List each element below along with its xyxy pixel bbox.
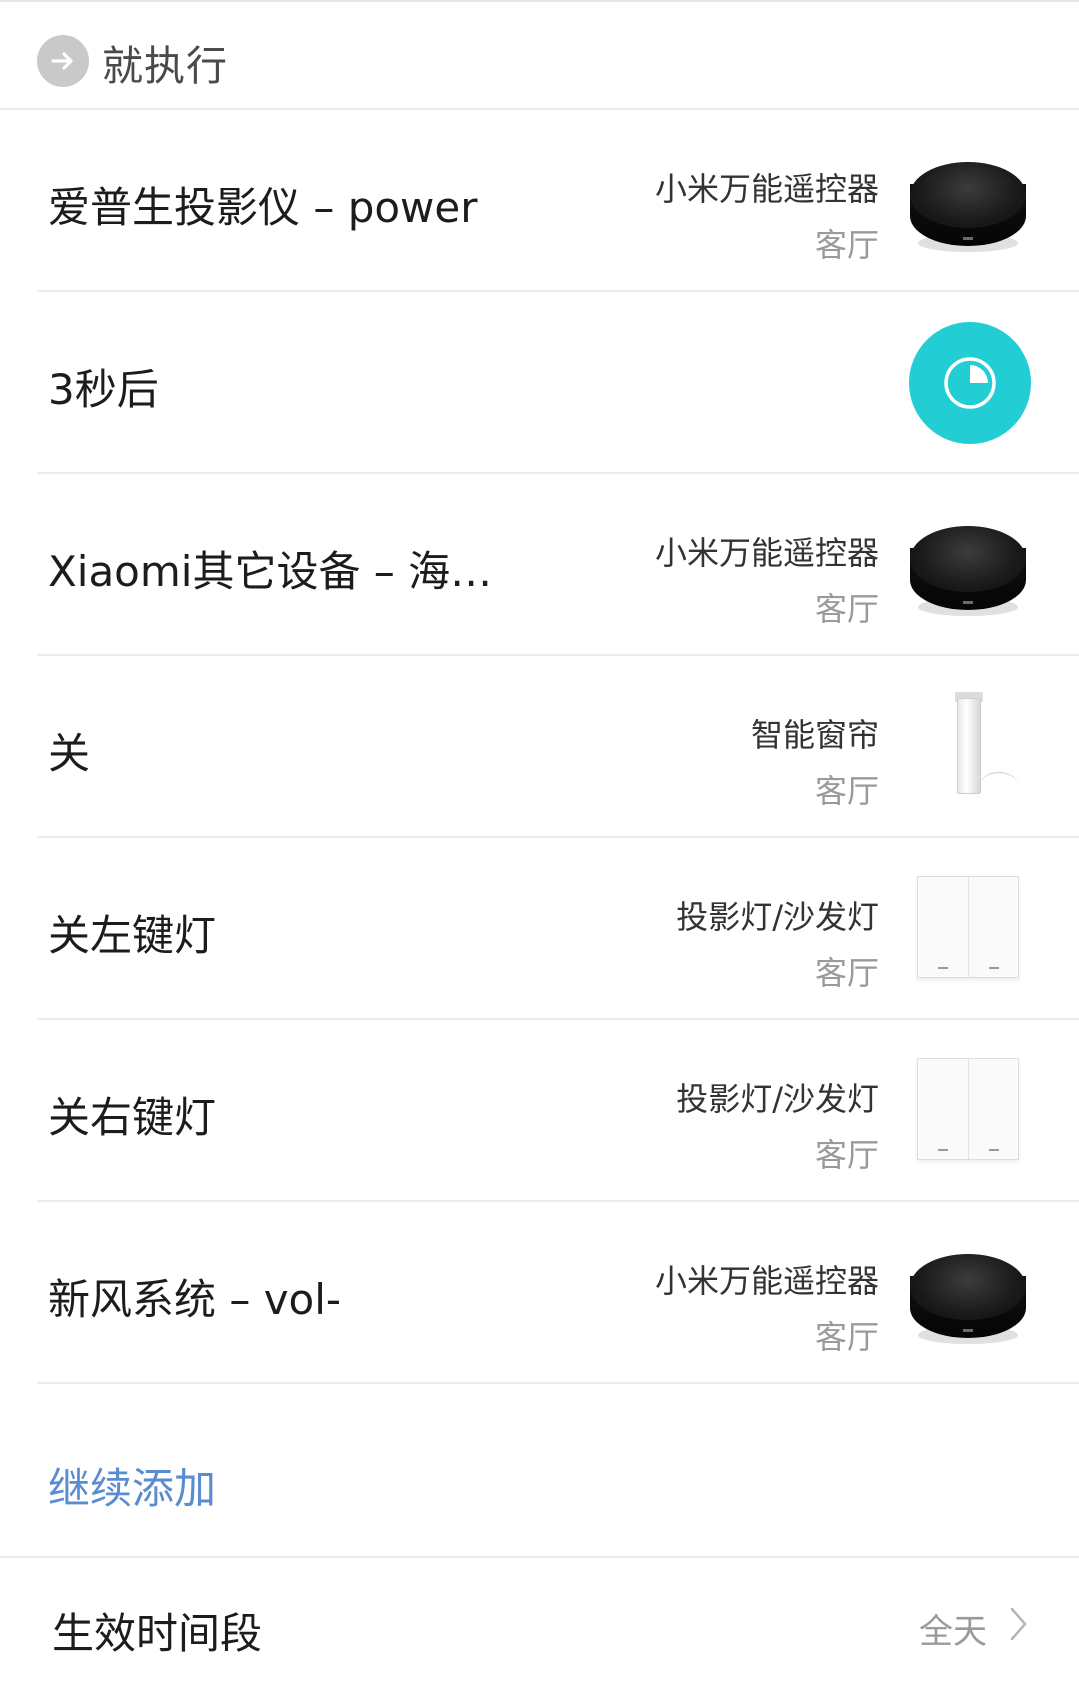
room-name: 客厅	[814, 1318, 879, 1356]
ir-remote-icon	[910, 526, 1026, 616]
then-execute-header: 就执行	[0, 0, 1079, 110]
room-name: 客厅	[814, 590, 879, 628]
wall-switch-icon	[917, 876, 1019, 978]
action-row-curtain-close[interactable]: 关 智能窗帘 客厅	[37, 656, 1079, 838]
add-more-button[interactable]: 继续添加	[48, 1455, 216, 1516]
action-title: 关	[48, 729, 91, 778]
effective-period-value: 全天	[919, 1612, 987, 1652]
device-name: 投影灯/沙发灯	[676, 898, 879, 936]
action-row-left-light-off[interactable]: 关左键灯 投影灯/沙发灯 客厅	[37, 838, 1079, 1020]
ir-remote-icon	[910, 162, 1026, 252]
device-name: 智能窗帘	[750, 716, 879, 754]
room-name: 客厅	[814, 1136, 879, 1174]
action-row-projector-power[interactable]: 爱普生投影仪 – power 小米万能遥控器 客厅	[37, 110, 1079, 292]
arrow-right-circle-icon	[37, 35, 89, 87]
device-name: 小米万能遥控器	[654, 534, 879, 572]
device-name: 小米万能遥控器	[654, 1262, 879, 1300]
timer-icon	[909, 322, 1031, 444]
action-title: 新风系统 – vol-	[48, 1275, 342, 1324]
action-title: Xiaomi其它设备 – 海…	[48, 547, 493, 596]
ir-remote-icon	[910, 1254, 1026, 1344]
chevron-right-icon	[1010, 1607, 1027, 1641]
room-name: 客厅	[814, 954, 879, 992]
action-row-fresh-air-vol[interactable]: 新风系统 – vol- 小米万能遥控器 客厅	[37, 1202, 1079, 1384]
curtain-motor-icon	[939, 692, 1019, 802]
divider	[0, 1556, 1079, 1558]
scene-edit-page: 就执行 爱普生投影仪 – power 小米万能遥控器 客厅 3秒后 Xiaomi…	[0, 0, 1079, 1683]
device-name: 投影灯/沙发灯	[676, 1080, 879, 1118]
room-name: 客厅	[814, 772, 879, 810]
action-title: 爱普生投影仪 – power	[48, 183, 478, 232]
action-title: 3秒后	[48, 365, 159, 414]
action-title: 关右键灯	[48, 1093, 217, 1142]
device-name: 小米万能遥控器	[654, 170, 879, 208]
action-row-xiaomi-other[interactable]: Xiaomi其它设备 – 海… 小米万能遥控器 客厅	[37, 474, 1079, 656]
action-title: 关左键灯	[48, 911, 217, 960]
wall-switch-icon	[917, 1058, 1019, 1160]
section-title: 就执行	[102, 42, 228, 90]
effective-period-label: 生效时间段	[52, 1609, 263, 1658]
room-name: 客厅	[814, 226, 879, 264]
action-row-right-light-off[interactable]: 关右键灯 投影灯/沙发灯 客厅	[37, 1020, 1079, 1202]
action-row-delay[interactable]: 3秒后	[37, 292, 1079, 474]
